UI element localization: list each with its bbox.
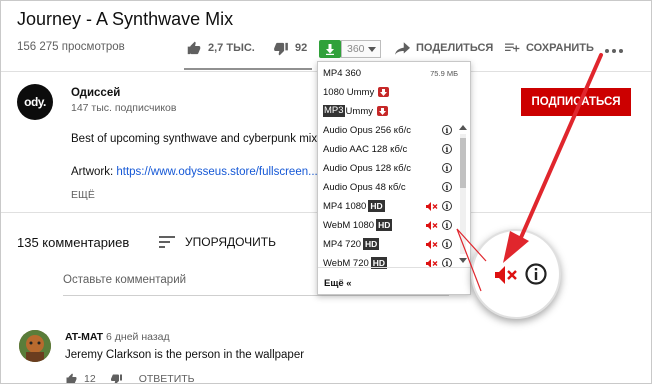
annotation-arrows: [456, 53, 603, 292]
youtube-page: Journey - A Synthwave Mix 156 275 просмо…: [0, 0, 652, 384]
